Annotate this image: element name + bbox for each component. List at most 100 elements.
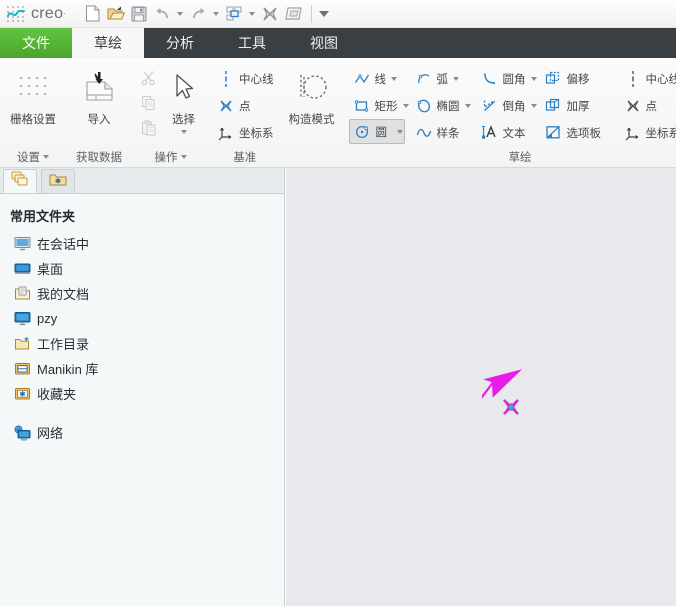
arc-icon [414,72,434,86]
paste-button[interactable] [136,115,162,140]
thicken-button[interactable]: 加厚 [541,92,607,119]
datum-centerline-button[interactable]: 中心线 [213,65,277,92]
nav-item-in-session[interactable]: 在会话中 [0,231,284,256]
offset-icon [544,71,564,86]
nav-item-my-documents-label: 我的文档 [37,287,90,302]
fillet-dropdown-icon[interactable] [530,76,537,81]
sketch-point-button[interactable]: 点 [620,92,676,119]
navigator-tab-folder-browser[interactable] [3,169,37,193]
copy-button[interactable] [136,90,162,115]
save-document-button[interactable] [128,3,150,25]
copy-pages-icon [139,95,159,111]
import-button[interactable]: 导入 [70,63,128,127]
nav-item-manikin-library-label: Manikin 库 [37,362,99,377]
ellipse-button[interactable]: 椭圆 [411,92,471,119]
ellipse-dropdown-icon[interactable] [464,103,471,108]
undo-button[interactable] [151,3,173,25]
nav-item-favorites[interactable]: 收藏夹 [0,381,284,406]
navigator-tab-favorites[interactable] [41,169,75,193]
group-label-sketching-text: 草绘 [508,152,532,164]
open-document-button[interactable] [105,3,127,25]
datum-csys-label: 坐标系 [239,127,274,140]
grid-settings-button[interactable]: 栅格设置 [4,63,62,127]
nav-item-working-directory-label: 工作目录 [37,337,90,352]
chamfer-button[interactable]: 倒角 [477,92,537,119]
paste-clipboard-icon [139,119,159,136]
nav-item-manikin-library[interactable]: Manikin 库 [0,356,284,381]
window-layers-button[interactable] [282,3,304,25]
spline-button[interactable]: 样条 [411,119,471,146]
arc-dropdown-icon[interactable] [453,76,459,81]
construction-mode-button[interactable]: 构造模式 [285,63,339,127]
ribbon-tab-strip: 文件 草绘 分析 工具 视图 [0,28,676,58]
group-label-operations[interactable]: 操作 [132,147,209,167]
group-label-setup-text: 设置 [17,152,40,164]
customize-qat-button[interactable] [318,3,329,25]
nav-item-network[interactable]: 网络 [0,420,284,445]
redo-dropdown[interactable] [210,3,221,25]
computer-monitor-icon [12,311,32,326]
palette-button[interactable]: 选项板 [541,119,607,146]
nav-item-working-directory[interactable]: 工作目录 [0,331,284,356]
circle-icon [353,125,373,139]
datum-point-label: 点 [239,100,251,113]
spline-label: 样条 [436,127,460,140]
cut-button[interactable] [136,65,162,90]
datum-centerline-label: 中心线 [239,73,274,86]
point-cross-icon [216,99,236,113]
ribbon-body: 栅格设置 设置 导入 获取数据 选择 操作 中心线 点 坐标系 基准 构造模式 … [0,58,676,168]
circle-button[interactable]: 圆 [348,119,405,144]
construction-mode-label: 构造模式 [288,114,335,126]
creo-parametric-window: creo · 文件 草绘 分析 工具 视图 栅格设置 设置 导入 获取数据 选择… [0,0,676,606]
coordinate-system-icon [216,125,236,141]
sketch-centerline-button[interactable]: 中心线 [620,65,676,92]
nav-item-desktop[interactable]: 桌面 [0,256,284,281]
chamfer-dropdown-icon[interactable] [530,103,537,108]
session-monitor-icon [12,236,32,251]
sketch-csys-button[interactable]: 坐标系 [620,119,676,146]
network-icon [12,424,32,441]
circle-dropdown-icon[interactable] [397,129,403,134]
rectangle-dropdown-icon[interactable] [402,103,409,108]
tab-analysis[interactable]: 分析 [144,28,216,58]
tab-file[interactable]: 文件 [0,28,72,58]
offset-button[interactable]: 偏移 [541,65,607,92]
tab-sketch[interactable]: 草绘 [72,28,144,58]
text-a-icon [480,125,500,140]
centerline-icon [623,70,643,88]
nav-item-network-label: 网络 [37,426,64,441]
palette-label: 选项板 [566,127,602,140]
point-cross-icon [623,99,643,113]
thicken-icon [544,98,564,113]
select-button[interactable]: 选择 [162,63,205,134]
sketch-graphics-area[interactable] [286,168,676,606]
line-dropdown-icon[interactable] [391,76,397,81]
datum-csys-button[interactable]: 坐标系 [213,119,277,146]
close-window-button[interactable] [259,3,281,25]
group-setup-dropdown-icon[interactable] [43,155,49,159]
undo-dropdown[interactable] [174,3,185,25]
nav-item-my-documents[interactable]: 我的文档 [0,281,284,306]
grid-dots-icon [15,67,51,109]
rectangle-button[interactable]: 矩形 [349,92,409,119]
regenerate-dropdown[interactable] [246,3,257,25]
tab-tools[interactable]: 工具 [216,28,288,58]
line-button[interactable]: 线 [349,65,405,92]
regenerate-button[interactable] [223,3,245,25]
offset-label: 偏移 [566,73,590,86]
sketch-centerline-label: 中心线 [645,73,676,86]
new-document-button[interactable] [82,3,104,25]
group-operations-dropdown-icon[interactable] [180,155,187,159]
group-label-setup[interactable]: 设置 [0,147,66,167]
nav-item-pzy[interactable]: pzy [0,306,284,331]
cursor-arrow-icon [171,67,197,109]
fillet-button[interactable]: 圆角 [477,65,537,92]
select-label: 选择 [172,114,195,126]
datum-point-button[interactable]: 点 [213,92,277,119]
select-dropdown-icon[interactable] [180,130,187,134]
palette-icon [544,125,564,140]
arc-button[interactable]: 弧 [411,65,471,92]
tab-view[interactable]: 视图 [288,28,360,58]
redo-button[interactable] [187,3,209,25]
text-button[interactable]: 文本 [477,119,535,146]
